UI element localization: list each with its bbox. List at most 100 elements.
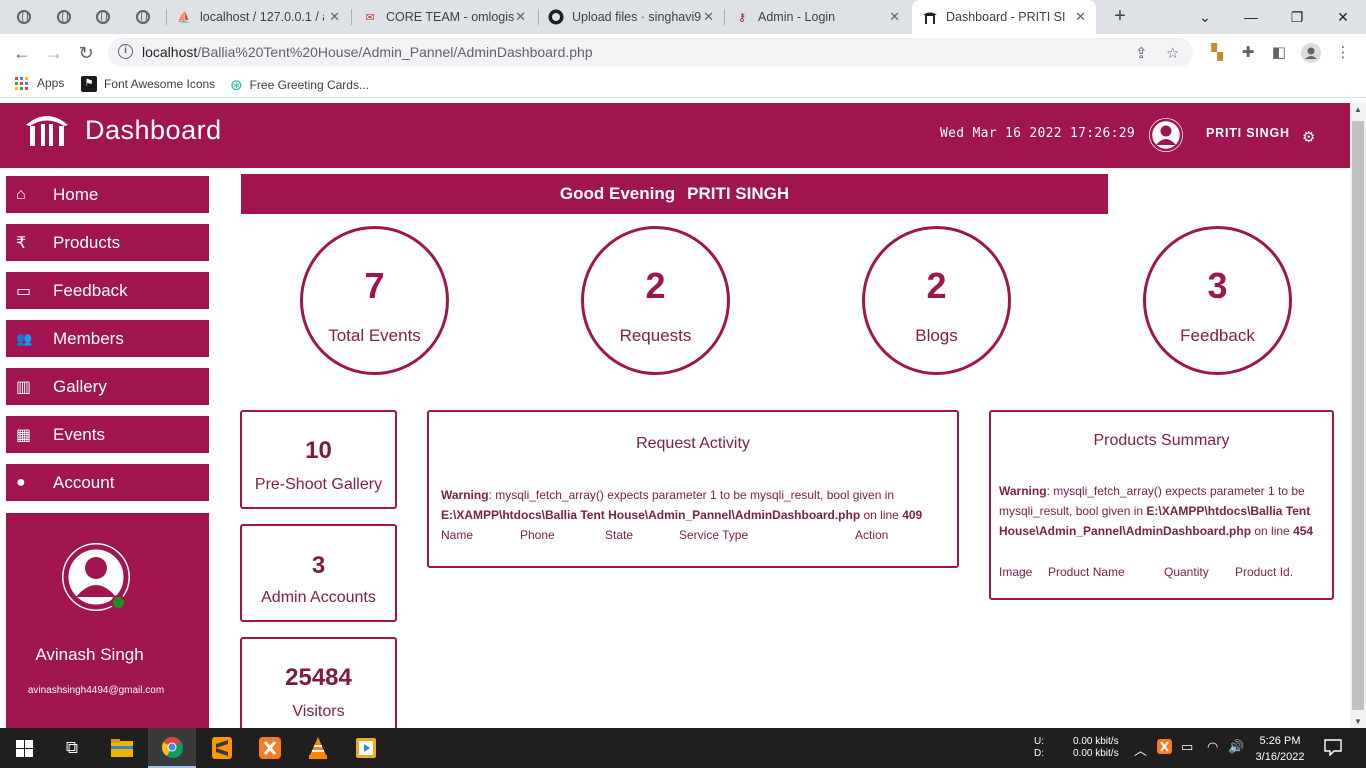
scrollbar-thumb[interactable] <box>1352 121 1364 710</box>
settings-cogs-icon[interactable]: ⚙ <box>1302 128 1315 146</box>
php-warning: Warning: mysqli_fetch_array() expects pa… <box>999 484 1314 538</box>
start-button[interactable] <box>0 728 48 768</box>
column-header: Product Name <box>1048 565 1125 579</box>
reload-button[interactable]: ↻ <box>74 41 98 65</box>
taskbar-chrome[interactable] <box>148 728 196 768</box>
close-tab-icon[interactable]: ✕ <box>329 9 340 25</box>
scroll-up-icon[interactable]: ▲ <box>1350 105 1366 114</box>
datetime-display: Wed Mar 16 2022 17:26:29 <box>940 126 1136 141</box>
sidebar-item-account[interactable]: ● Account <box>6 464 209 501</box>
scroll-down-icon[interactable]: ▼ <box>1350 717 1366 726</box>
sidebar-item-home[interactable]: ⌂ Home <box>6 176 209 213</box>
close-window-button[interactable]: ✕ <box>1320 0 1366 34</box>
forward-button[interactable]: → <box>42 41 66 65</box>
taskbar-media-player[interactable] <box>342 728 390 768</box>
sidebar-item-products[interactable]: ₹ Products <box>6 224 209 261</box>
stat-label: Total Events <box>328 326 421 345</box>
sublime-text-icon <box>212 737 232 759</box>
globe-icon <box>56 9 72 25</box>
chevron-up-icon[interactable]: ︿ <box>1134 740 1147 759</box>
new-tab-button[interactable]: + <box>1108 5 1132 29</box>
mail-icon: ✉ <box>365 11 375 24</box>
task-view-button[interactable]: ⧉ <box>48 728 96 768</box>
stat-pre-shoot-gallery[interactable]: 10 Pre-Shoot Gallery <box>240 410 397 509</box>
stat-requests[interactable]: 2 Requests <box>581 226 730 375</box>
stat-feedback[interactable]: 3 Feedback <box>1143 226 1292 375</box>
sidebar-item-label: Events <box>53 424 105 444</box>
request-activity-panel: Request Activity Warning: mysqli_fetch_a… <box>427 410 959 568</box>
bookmark-greeting-cards[interactable]: ⊛ Free Greeting Cards... <box>230 76 369 94</box>
stat-total-events[interactable]: 7 Total Events <box>300 226 449 375</box>
taskbar-vlc[interactable] <box>294 728 342 768</box>
taskbar-xampp[interactable] <box>246 728 294 768</box>
kebab-menu-icon[interactable]: ⋮ <box>1333 43 1353 63</box>
stat-label: Pre-Shoot Gallery <box>254 476 383 493</box>
info-icon[interactable]: i <box>118 44 133 59</box>
stat-blogs[interactable]: 2 Blogs <box>862 226 1011 375</box>
page-scrollbar[interactable]: ▲ ▼ <box>1350 103 1366 728</box>
column-header: Name <box>441 528 474 542</box>
pinned-tab-3[interactable] <box>95 0 119 34</box>
url-text[interactable]: localhost/Ballia%20Tent%20House/Admin_Pa… <box>142 44 593 60</box>
close-tab-icon[interactable]: ✕ <box>703 9 714 25</box>
stat-admin-accounts[interactable]: 3 Admin Accounts <box>240 524 397 622</box>
xampp-tray-icon[interactable] <box>1157 739 1172 757</box>
browser-tab-bar: ⛵ localhost / 127.0.0.1 / a ✕ ✉ CORE TEA… <box>0 0 1366 34</box>
column-header: Service Type <box>679 528 749 542</box>
stat-value: 2 <box>645 265 666 306</box>
sidebar-item-label: Account <box>53 472 115 492</box>
close-tab-icon[interactable]: ✕ <box>515 9 526 25</box>
globe-icon <box>95 9 111 25</box>
bookmark-font-awesome[interactable]: ⚑ Font Awesome Icons <box>81 76 215 92</box>
users-icon: 👥 <box>16 330 33 346</box>
bookmark-star-icon[interactable]: ☆ <box>1166 44 1179 62</box>
profile-icon[interactable] <box>1301 43 1321 63</box>
tab-phpmyadmin[interactable]: ⛵ localhost / 127.0.0.1 / a ✕ <box>176 0 350 34</box>
net-speed: 0.00 kbit/s 0.00 kbit/s <box>1073 736 1119 759</box>
tab-github[interactable]: Upload files · singhavi9 ✕ <box>548 0 724 34</box>
minimize-button[interactable]: — <box>1228 0 1274 34</box>
notifications-icon[interactable] <box>1324 738 1342 759</box>
back-button[interactable]: ← <box>10 41 34 65</box>
tent-logo-icon <box>26 116 68 146</box>
sidebar-item-gallery[interactable]: ▥ Gallery <box>6 368 209 405</box>
bookmark-apps[interactable]: Apps <box>15 76 64 90</box>
greeting-card-icon: ⊛ <box>230 77 243 94</box>
extension-icon[interactable]: ▚ <box>1207 43 1227 63</box>
sidebar-item-events[interactable]: ▦ Events <box>6 416 209 453</box>
pinned-tab-1[interactable] <box>16 0 40 34</box>
side-panel-icon[interactable]: ◧ <box>1269 43 1289 63</box>
bookmark-label: Free Greeting Cards... <box>249 78 369 92</box>
tab-admin-login[interactable]: ⚷ Admin - Login ✕ <box>734 0 910 34</box>
greeting-banner: Good Evening PRITI SINGH <box>241 174 1108 214</box>
pinned-tab-4[interactable] <box>135 0 159 34</box>
inbox-icon: ▭ <box>16 282 32 300</box>
user-avatar-icon[interactable] <box>1149 118 1183 152</box>
restore-button[interactable]: ❐ <box>1274 0 1320 34</box>
profile-email: avinashsingh4494@gmail.com <box>27 685 165 696</box>
battery-icon[interactable]: ▭ <box>1181 739 1193 755</box>
stat-label: Admin Accounts <box>261 589 376 606</box>
sidebar-item-label: Feedback <box>53 280 128 300</box>
taskbar-sublime[interactable] <box>198 728 246 768</box>
wifi-icon[interactable]: ◠ <box>1207 739 1218 755</box>
clock[interactable]: 5:26 PM 3/16/2022 <box>1252 733 1308 765</box>
volume-icon[interactable]: 🔊 <box>1228 739 1244 755</box>
tab-dashboard[interactable]: Dashboard - PRITI SINC ✕ <box>912 0 1096 34</box>
tab-search-button[interactable]: ⌄ <box>1182 0 1228 34</box>
bookmark-label: Apps <box>37 76 65 90</box>
profile-card: Avinash Singh avinashsingh4494@gmail.com <box>6 513 209 728</box>
pinned-tab-2[interactable] <box>56 0 80 34</box>
puzzle-icon[interactable]: ✚ <box>1238 43 1258 63</box>
flag-icon: ⚑ <box>81 76 97 92</box>
sidebar-item-members[interactable]: 👥 Members <box>6 320 209 357</box>
sidebar-item-feedback[interactable]: ▭ Feedback <box>6 272 209 309</box>
taskbar-file-explorer[interactable] <box>98 728 146 768</box>
share-icon[interactable]: ⇪ <box>1135 44 1148 62</box>
panel-title: Products Summary <box>1093 432 1230 449</box>
close-tab-icon[interactable]: ✕ <box>889 9 900 25</box>
close-tab-icon[interactable]: ✕ <box>1075 9 1086 25</box>
stat-visitors[interactable]: 25484 Visitors <box>240 637 397 728</box>
address-bar[interactable]: i localhost/Ballia%20Tent%20House/Admin_… <box>108 38 1193 67</box>
tab-core-team[interactable]: ✉ CORE TEAM - omlogist ✕ <box>362 0 536 34</box>
